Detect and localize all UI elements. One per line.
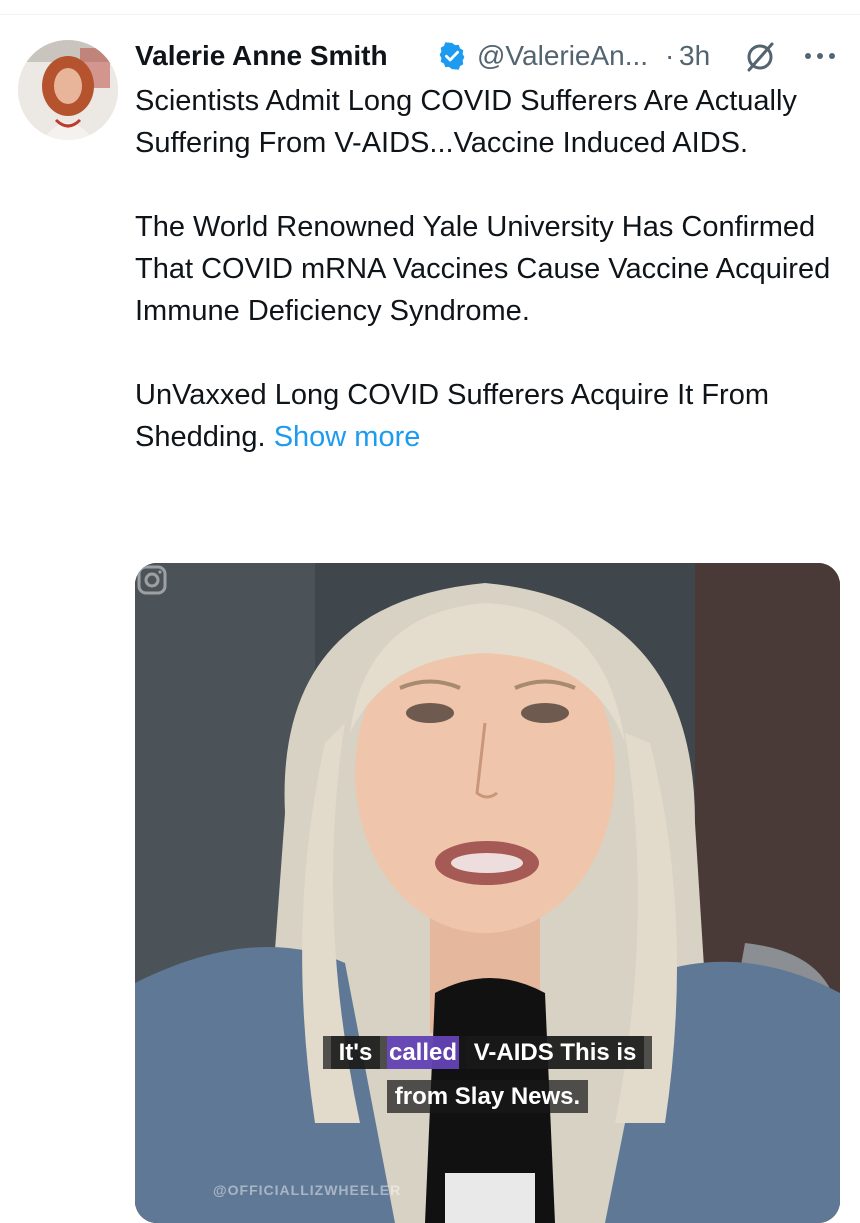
tweet-paragraph-2: The World Renowned Yale University Has C… [135,211,831,327]
tweet-paragraph-3-text: UnVaxxed Long COVID Sufferers Acquire It… [135,379,769,453]
tweet-header: Valerie Anne Smith @ValerieAn... · 3h [135,36,845,76]
caption-highlight: called [386,1036,460,1069]
caption-line-1-pre: It's [330,1036,381,1069]
caption-line-2-text: from Slay News. [386,1080,589,1113]
video-media[interactable]: It's called V-AIDS This is from Slay New… [135,563,840,1223]
top-divider [0,14,860,15]
video-frame [135,563,840,1223]
tweet-paragraph-3: UnVaxxed Long COVID Sufferers Acquire It… [135,374,845,458]
grok-icon[interactable] [743,40,777,74]
video-caption-line-1: It's called V-AIDS This is [135,1036,840,1069]
more-options-icon[interactable] [800,44,840,68]
instagram-icon [137,565,167,595]
video-caption-line-2: from Slay News. [135,1080,840,1113]
separator-dot: · [665,40,675,71]
author-name[interactable]: Valerie Anne Smith [135,38,388,74]
tweet-paragraph-1: Scientists Admit Long COVID Sufferers Ar… [135,85,797,159]
author-handle[interactable]: @ValerieAn... [477,38,648,74]
video-watermark: @OFFICIALLIZWHEELER [213,1182,402,1198]
caption-line-1-post: V-AIDS This is [465,1036,645,1069]
tweet-text: Scientists Admit Long COVID Sufferers Ar… [135,80,845,458]
timestamp[interactable]: 3h [679,38,710,74]
show-more-link[interactable]: Show more [274,421,421,453]
avatar[interactable] [18,40,118,140]
verified-badge-icon [439,42,465,70]
